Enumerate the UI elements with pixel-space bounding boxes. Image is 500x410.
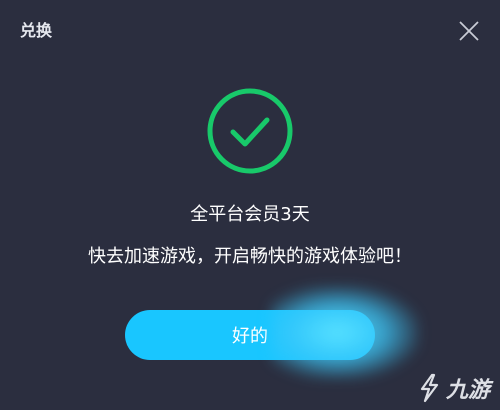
close-button[interactable] xyxy=(458,20,480,42)
dialog-title: 兑换 xyxy=(20,21,53,40)
ok-button-label: 好的 xyxy=(232,326,268,347)
reward-headline: 全平台会员3天 xyxy=(190,204,310,225)
ok-button[interactable]: 好的 xyxy=(125,310,375,360)
redeem-dialog: 兑换 全平台会员3天 快去加速游戏，开启畅快的游戏体验吧！ 好的 九游 xyxy=(0,0,500,410)
watermark-text: 九游 xyxy=(445,378,490,403)
reward-message: 快去加速游戏，开启畅快的游戏体验吧！ xyxy=(88,246,412,267)
watermark: 九游 xyxy=(416,372,490,404)
jiuyou-logo-icon xyxy=(420,373,439,403)
check-circle-icon xyxy=(207,88,293,174)
close-icon xyxy=(459,21,479,41)
